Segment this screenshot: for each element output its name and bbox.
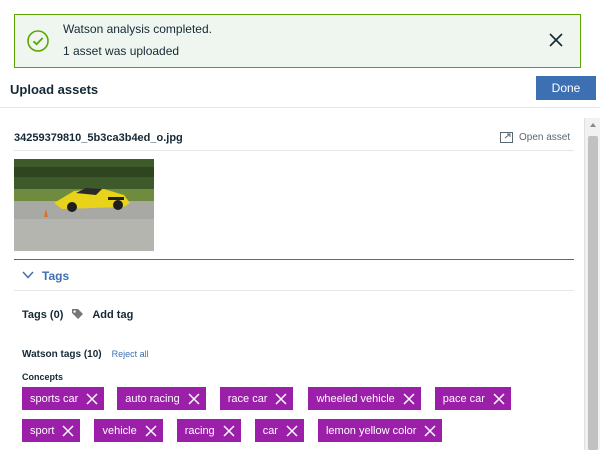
- tag-chip: sports car: [22, 387, 105, 410]
- close-icon[interactable]: [86, 392, 98, 405]
- done-button[interactable]: Done: [536, 76, 596, 100]
- close-icon[interactable]: [548, 32, 564, 48]
- tags-accordion-header[interactable]: Tags: [14, 259, 574, 291]
- user-tags-count: Tags (0): [22, 308, 64, 321]
- notification-title: Watson analysis completed.: [63, 22, 212, 36]
- tags-divider: [14, 290, 574, 291]
- close-icon[interactable]: [188, 392, 200, 405]
- success-notification: Watson analysis completed. 1 asset was u…: [14, 14, 581, 68]
- page-title: Upload assets: [10, 82, 99, 97]
- tag-chip-label: sport: [30, 424, 55, 437]
- scroll-up-arrow-icon[interactable]: [585, 118, 600, 132]
- tag-chip-label: sports car: [30, 392, 79, 405]
- open-in-new-icon: [500, 132, 513, 143]
- close-icon[interactable]: [223, 424, 235, 437]
- watson-tags-row: Watson tags (10) Reject all: [22, 349, 149, 360]
- tag-chip-label: auto racing: [125, 392, 180, 405]
- tag-chip-label: race car: [227, 392, 268, 405]
- tag-chip: auto racing: [117, 387, 206, 410]
- add-tag-button[interactable]: Add tag: [92, 309, 133, 321]
- scrollbar-thumb[interactable]: [588, 136, 598, 450]
- asset-filename: 34259379810_5b3ca3b4ed_o.jpg: [14, 132, 183, 144]
- tag-chip-label: pace car: [442, 392, 485, 405]
- tag-icon[interactable]: [71, 308, 84, 321]
- close-icon[interactable]: [62, 424, 74, 437]
- tag-chip: vehicle: [94, 419, 163, 442]
- notification-subtitle: 1 asset was uploaded: [63, 44, 180, 58]
- tag-chip-label: vehicle: [102, 424, 137, 437]
- asset-divider: [14, 150, 574, 151]
- tag-chip: lemon yellow color: [317, 419, 443, 442]
- asset-panel: 34259379810_5b3ca3b4ed_o.jpg Open asset …: [10, 118, 584, 450]
- panel-header: Upload assets: [0, 76, 600, 106]
- concepts-label: Concepts: [22, 372, 64, 382]
- open-asset-link[interactable]: Open asset: [500, 132, 570, 143]
- header-divider: [0, 107, 600, 108]
- asset-thumbnail[interactable]: [14, 159, 154, 251]
- vertical-scrollbar[interactable]: [584, 118, 600, 450]
- checkmark-circle-icon: [27, 30, 49, 52]
- tag-chip: car: [254, 419, 304, 442]
- tag-chip: pace car: [434, 387, 511, 410]
- tag-chip-label: racing: [184, 424, 215, 437]
- user-tags-row: Tags (0) Add tag: [22, 308, 133, 321]
- tags-section-label: Tags: [42, 269, 70, 283]
- close-icon[interactable]: [403, 392, 415, 405]
- tag-chip-label: lemon yellow color: [325, 424, 417, 437]
- close-icon[interactable]: [286, 424, 298, 437]
- tag-chip: wheeled vehicle: [308, 387, 421, 410]
- concept-chips-row-2: sport vehicle racing car lemon yellow co…: [22, 419, 443, 442]
- close-icon[interactable]: [424, 424, 436, 437]
- concept-chips-row-1: sports car auto racing race car wheeled …: [22, 387, 511, 410]
- reject-all-link[interactable]: Reject all: [112, 349, 149, 359]
- tag-chip-label: wheeled vehicle: [316, 392, 395, 405]
- close-icon[interactable]: [493, 392, 505, 405]
- chevron-down-icon: [22, 271, 34, 279]
- tag-chip: race car: [219, 387, 294, 410]
- close-icon[interactable]: [275, 392, 288, 405]
- watson-tags-count: Watson tags (10): [22, 349, 102, 360]
- close-icon[interactable]: [145, 424, 157, 437]
- tag-chip: racing: [176, 419, 241, 442]
- tag-chip-label: car: [262, 424, 278, 437]
- open-asset-label: Open asset: [519, 132, 571, 143]
- tag-chip: sport: [22, 419, 81, 442]
